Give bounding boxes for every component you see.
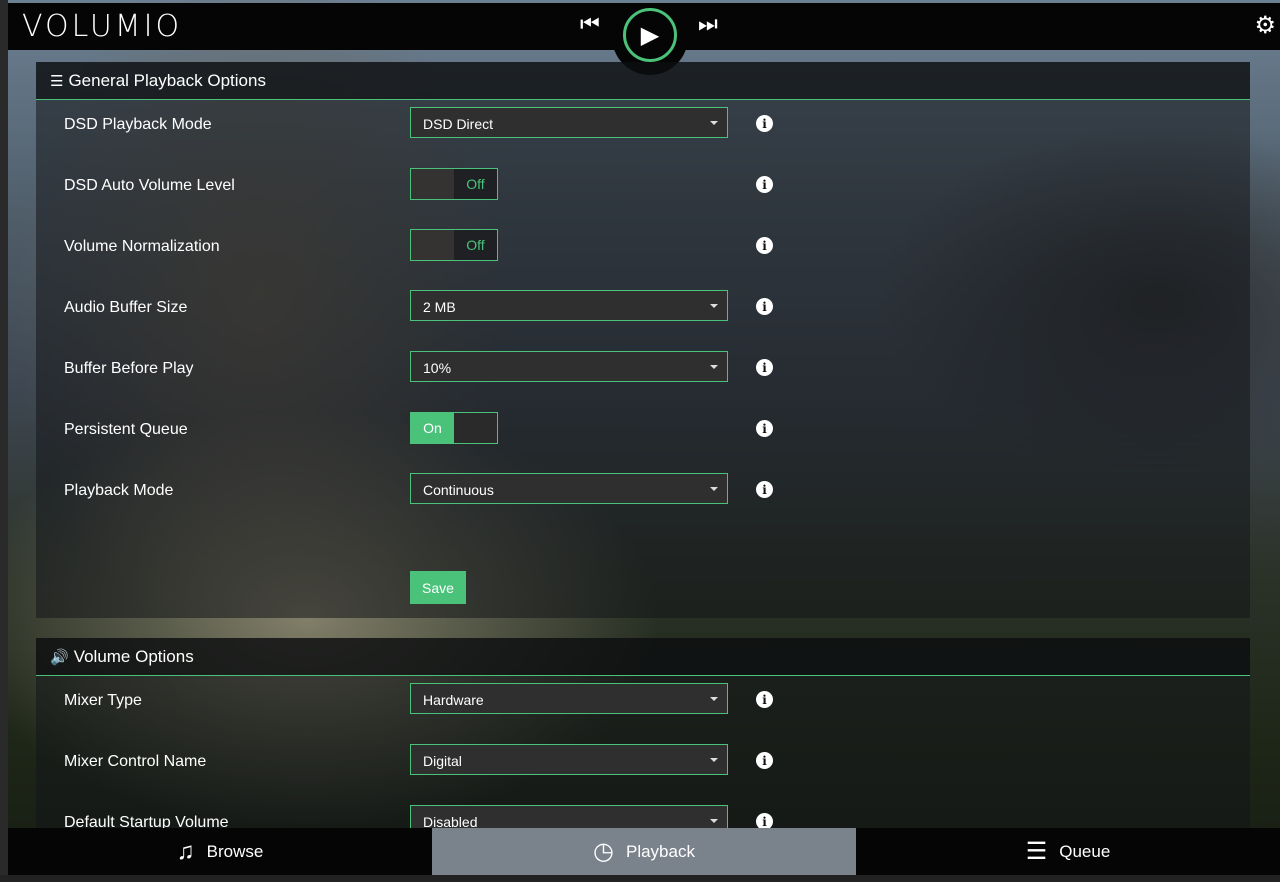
sliders-icon: ☰ (50, 72, 64, 90)
section-title: Volume Options (73, 646, 194, 666)
info-icon[interactable]: i (756, 359, 773, 376)
dsd-auto-volume-level-toggle[interactable]: Off (410, 168, 498, 200)
dsd-playback-mode-label: DSD Playback Mode (64, 116, 212, 133)
clock-icon: ◷ (593, 838, 614, 865)
list-icon: ☰ (1025, 838, 1048, 865)
info-icon[interactable]: i (756, 237, 773, 254)
audio-buffer-size-select[interactable]: 2 MB (410, 290, 728, 321)
music-note-icon: ♫ (176, 837, 195, 865)
tab-playback[interactable]: ◷ Playback (432, 828, 856, 875)
gear-icon[interactable]: ⚙ (1254, 11, 1276, 40)
tab-browse[interactable]: ♫ Browse (8, 828, 432, 875)
info-icon[interactable]: i (756, 691, 773, 708)
persistent-queue-label: Persistent Queue (64, 421, 188, 438)
default-startup-volume-select[interactable]: Disabled (410, 805, 728, 828)
volumio-logo: VOLUMIO (22, 9, 183, 44)
playback-mode-label: Playback Mode (64, 482, 174, 499)
info-icon[interactable]: i (756, 481, 773, 498)
save-button[interactable]: Save (410, 571, 466, 604)
default-startup-volume-label: Default Startup Volume (64, 814, 229, 828)
info-icon[interactable]: i (756, 752, 773, 769)
mixer-type-label: Mixer Type (64, 692, 142, 709)
volume-normalization-toggle[interactable]: Off (410, 229, 498, 261)
mixer-control-name-label: Mixer Control Name (64, 753, 207, 770)
tab-queue[interactable]: ☰ Queue (856, 828, 1280, 875)
persistent-queue-toggle[interactable]: On (410, 412, 498, 444)
info-icon[interactable]: i (756, 176, 773, 193)
section-title: General Playback Options (68, 70, 266, 90)
play-icon: ▶ (640, 21, 660, 49)
info-icon[interactable]: i (756, 298, 773, 315)
audio-buffer-size-label: Audio Buffer Size (64, 299, 188, 316)
playback-mode-select[interactable]: Continuous (410, 473, 728, 504)
skip-previous-icon[interactable]: ⏮ (580, 11, 600, 37)
info-icon[interactable]: i (756, 115, 773, 132)
dsd-auto-volume-level-label: DSD Auto Volume Level (64, 177, 235, 194)
speaker-icon: 🔊 (50, 648, 69, 666)
skip-next-icon[interactable]: ⏭ (698, 11, 718, 37)
dsd-playback-mode-select[interactable]: DSD Direct (410, 107, 728, 138)
left-edge (0, 0, 8, 882)
buffer-before-play-label: Buffer Before Play (64, 360, 194, 377)
top-bar: VOLUMIO ⏮ ▶ ⏭ ⚙ (8, 3, 1280, 75)
mixer-control-name-select[interactable]: Digital (410, 744, 728, 775)
volume-normalization-label: Volume Normalization (64, 238, 220, 255)
bottom-nav: ♫ Browse ◷ Playback ☰ Queue (8, 828, 1280, 875)
mixer-type-select[interactable]: Hardware (410, 683, 728, 714)
buffer-before-play-select[interactable]: 10% (410, 351, 728, 382)
general-playback-panel: ☰ General Playback Options DSD Playback M… (36, 62, 1250, 618)
info-icon[interactable]: i (756, 813, 773, 828)
volume-options-panel: 🔊 Volume Options Mixer Type Hardware i Mixer… (36, 638, 1250, 828)
info-icon[interactable]: i (756, 420, 773, 437)
